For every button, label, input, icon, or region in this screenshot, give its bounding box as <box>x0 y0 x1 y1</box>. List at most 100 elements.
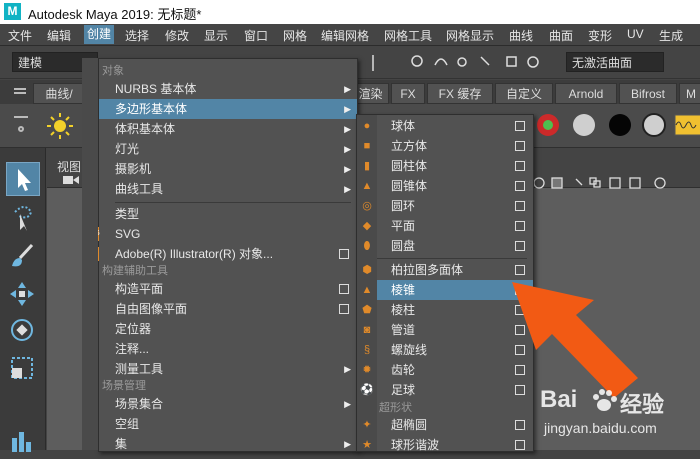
option-box-icon[interactable] <box>515 241 525 251</box>
menu-item-measure-tools[interactable]: 测量工具 ▶ <box>99 359 357 379</box>
menu-item-label: 柏拉图多面体 <box>391 263 464 277</box>
option-box-icon[interactable] <box>515 161 525 171</box>
poly-spherical-harmonics-item[interactable]: ★ 球形谐波 <box>357 435 533 455</box>
menu-item-empty-group[interactable]: 空组 <box>99 414 357 434</box>
option-box-icon[interactable] <box>515 121 525 131</box>
menu-file[interactable]: 文件 <box>8 27 32 44</box>
layout-icon[interactable] <box>6 424 38 456</box>
menu-mesh[interactable]: 网格 <box>283 27 307 44</box>
option-box-icon[interactable] <box>515 201 525 211</box>
shelf-settings-icon[interactable] <box>18 126 24 132</box>
option-box-icon[interactable] <box>515 420 525 430</box>
menu-item-label: 立方体 <box>391 139 428 153</box>
menu-item-annotation[interactable]: ꟷ 注释... <box>88 339 357 359</box>
viewport-icons <box>533 177 666 189</box>
rotate-tool-icon[interactable] <box>6 314 38 346</box>
helix-icon: § <box>363 344 371 356</box>
option-box-icon[interactable] <box>339 304 349 314</box>
menu-item-sets[interactable]: 集 ▶ <box>99 434 357 454</box>
menu-item-label: 场景集合 <box>115 397 164 411</box>
menu-mesh-tools[interactable]: 网格工具 <box>384 27 432 44</box>
menu-item-adobe-illustrator[interactable]: Ai Adobe(R) Illustrator(R) 对象... <box>85 244 357 264</box>
tab-arnold[interactable]: Arnold <box>555 83 617 104</box>
option-box-icon[interactable] <box>339 249 349 259</box>
submenu-arrow-icon: ▶ <box>344 104 351 114</box>
menu-item-curve-tools[interactable]: 曲线工具 ▶ <box>99 179 357 199</box>
menu-item-cameras[interactable]: 摄影机 ▶ <box>99 159 357 179</box>
menu-item-svg[interactable]: SVG SVG <box>85 224 357 244</box>
submenu-arrow-icon: ▶ <box>344 124 351 134</box>
watermark-site: jingyan.baidu.com <box>544 420 657 436</box>
option-box-icon[interactable] <box>515 440 525 450</box>
menu-item-label: 圆环 <box>391 199 416 213</box>
tab-custom[interactable]: 自定义 <box>495 83 553 104</box>
tab-fx-cache[interactable]: FX 缓存 <box>427 83 493 104</box>
section-scene-management: 场景管理 <box>102 380 146 392</box>
menu-item-label: 定位器 <box>115 322 152 336</box>
poly-cone-item[interactable]: ▲ 圆锥体 <box>357 176 533 196</box>
tab-fx[interactable]: FX <box>391 83 425 104</box>
plane-icon: ◆ <box>362 220 372 232</box>
shelf-handle-icon <box>14 116 28 118</box>
menu-select[interactable]: 选择 <box>125 27 149 44</box>
menu-item-label: 集 <box>115 437 128 451</box>
select-tool-icon[interactable] <box>6 162 40 196</box>
option-box-icon[interactable] <box>339 284 349 294</box>
submenu-arrow-icon: ▶ <box>344 144 351 154</box>
menu-mesh-display[interactable]: 网格显示 <box>446 27 494 44</box>
pipe-icon: ◙ <box>363 324 371 336</box>
menu-item-label: 齿轮 <box>391 363 416 377</box>
waveform-icon <box>674 114 700 136</box>
section-construction-aids: 构建辅助工具 <box>102 265 168 277</box>
poly-torus-item[interactable]: ◎ 圆环 <box>357 196 533 216</box>
menu-item-polygon-primitives[interactable]: 多边形基本体 ▶ <box>99 99 357 119</box>
snap-grid-icon <box>411 55 423 67</box>
poly-super-ellipse-item[interactable]: ✦ 超椭圆 <box>357 415 533 435</box>
menu-display[interactable]: 显示 <box>204 27 228 44</box>
option-box-icon[interactable] <box>515 221 525 231</box>
textured-icon <box>629 177 641 189</box>
xray-icon <box>575 178 583 186</box>
option-box-icon[interactable] <box>515 181 525 191</box>
menu-item-locator[interactable]: ✱ 定位器 <box>87 319 357 339</box>
menu-item-nurbs[interactable]: NURBS 基本体 ▶ <box>99 79 357 99</box>
construction-surface-field[interactable]: 无激活曲面 <box>566 52 664 72</box>
tab-curves[interactable]: 曲线/ <box>33 83 85 104</box>
menu-item-label: 体积基本体 <box>115 122 176 136</box>
poly-cube-item[interactable]: ■ 立方体 <box>357 136 533 156</box>
menu-item-label: SVG <box>115 227 141 241</box>
option-box-icon[interactable] <box>515 141 525 151</box>
watermark-brand-cn: 经验 <box>620 392 665 417</box>
poly-cylinder-item[interactable]: ▮ 圆柱体 <box>357 156 533 176</box>
menu-edit-mesh[interactable]: 编辑网格 <box>321 27 369 44</box>
menu-item-construction-plane[interactable]: ◸ 构造平面 <box>88 279 357 299</box>
poly-sphere-item[interactable]: ● 球体 <box>357 116 533 136</box>
baidu-watermark: Bai 经验 jingyan.baidu.com <box>540 384 700 450</box>
poly-disc-item[interactable]: ⬮ 圆盘 <box>357 236 533 256</box>
menu-generate[interactable]: 生成 <box>659 27 683 44</box>
menu-uv[interactable]: UV <box>627 27 644 41</box>
poly-plane-item[interactable]: ◆ 平面 <box>357 216 533 236</box>
shelf-menu-icon[interactable] <box>14 88 26 90</box>
menu-deform[interactable]: 变形 <box>588 27 612 44</box>
menu-item-lights[interactable]: 灯光 ▶ <box>99 139 357 159</box>
viewport-label[interactable]: 视图 <box>57 158 81 175</box>
menu-edit[interactable]: 编辑 <box>47 27 71 44</box>
menu-curves[interactable]: 曲线 <box>509 27 533 44</box>
menu-item-free-image-plane[interactable]: 自由图像平面 <box>99 299 357 319</box>
menu-item-volume-primitives[interactable]: 体积基本体 ▶ <box>99 119 357 139</box>
menu-item-scene-assembly[interactable]: 场景集合 ▶ <box>99 394 357 414</box>
lasso-tool-icon[interactable] <box>6 202 38 234</box>
menu-create[interactable]: 创建 <box>84 25 115 44</box>
menu-window[interactable]: 窗口 <box>244 27 268 44</box>
paint-select-icon[interactable] <box>6 240 38 272</box>
sun-light-icon[interactable] <box>46 112 76 142</box>
menu-item-type[interactable]: T 类型 <box>88 204 357 224</box>
move-tool-icon[interactable] <box>6 278 38 310</box>
submenu-arrow-icon: ▶ <box>344 364 351 374</box>
tab-more[interactable]: M <box>679 83 700 104</box>
menu-modify[interactable]: 修改 <box>165 27 189 44</box>
tab-bifrost[interactable]: Bifrost <box>619 83 677 104</box>
menu-surfaces[interactable]: 曲面 <box>549 27 573 44</box>
scale-tool-icon[interactable] <box>6 352 38 384</box>
